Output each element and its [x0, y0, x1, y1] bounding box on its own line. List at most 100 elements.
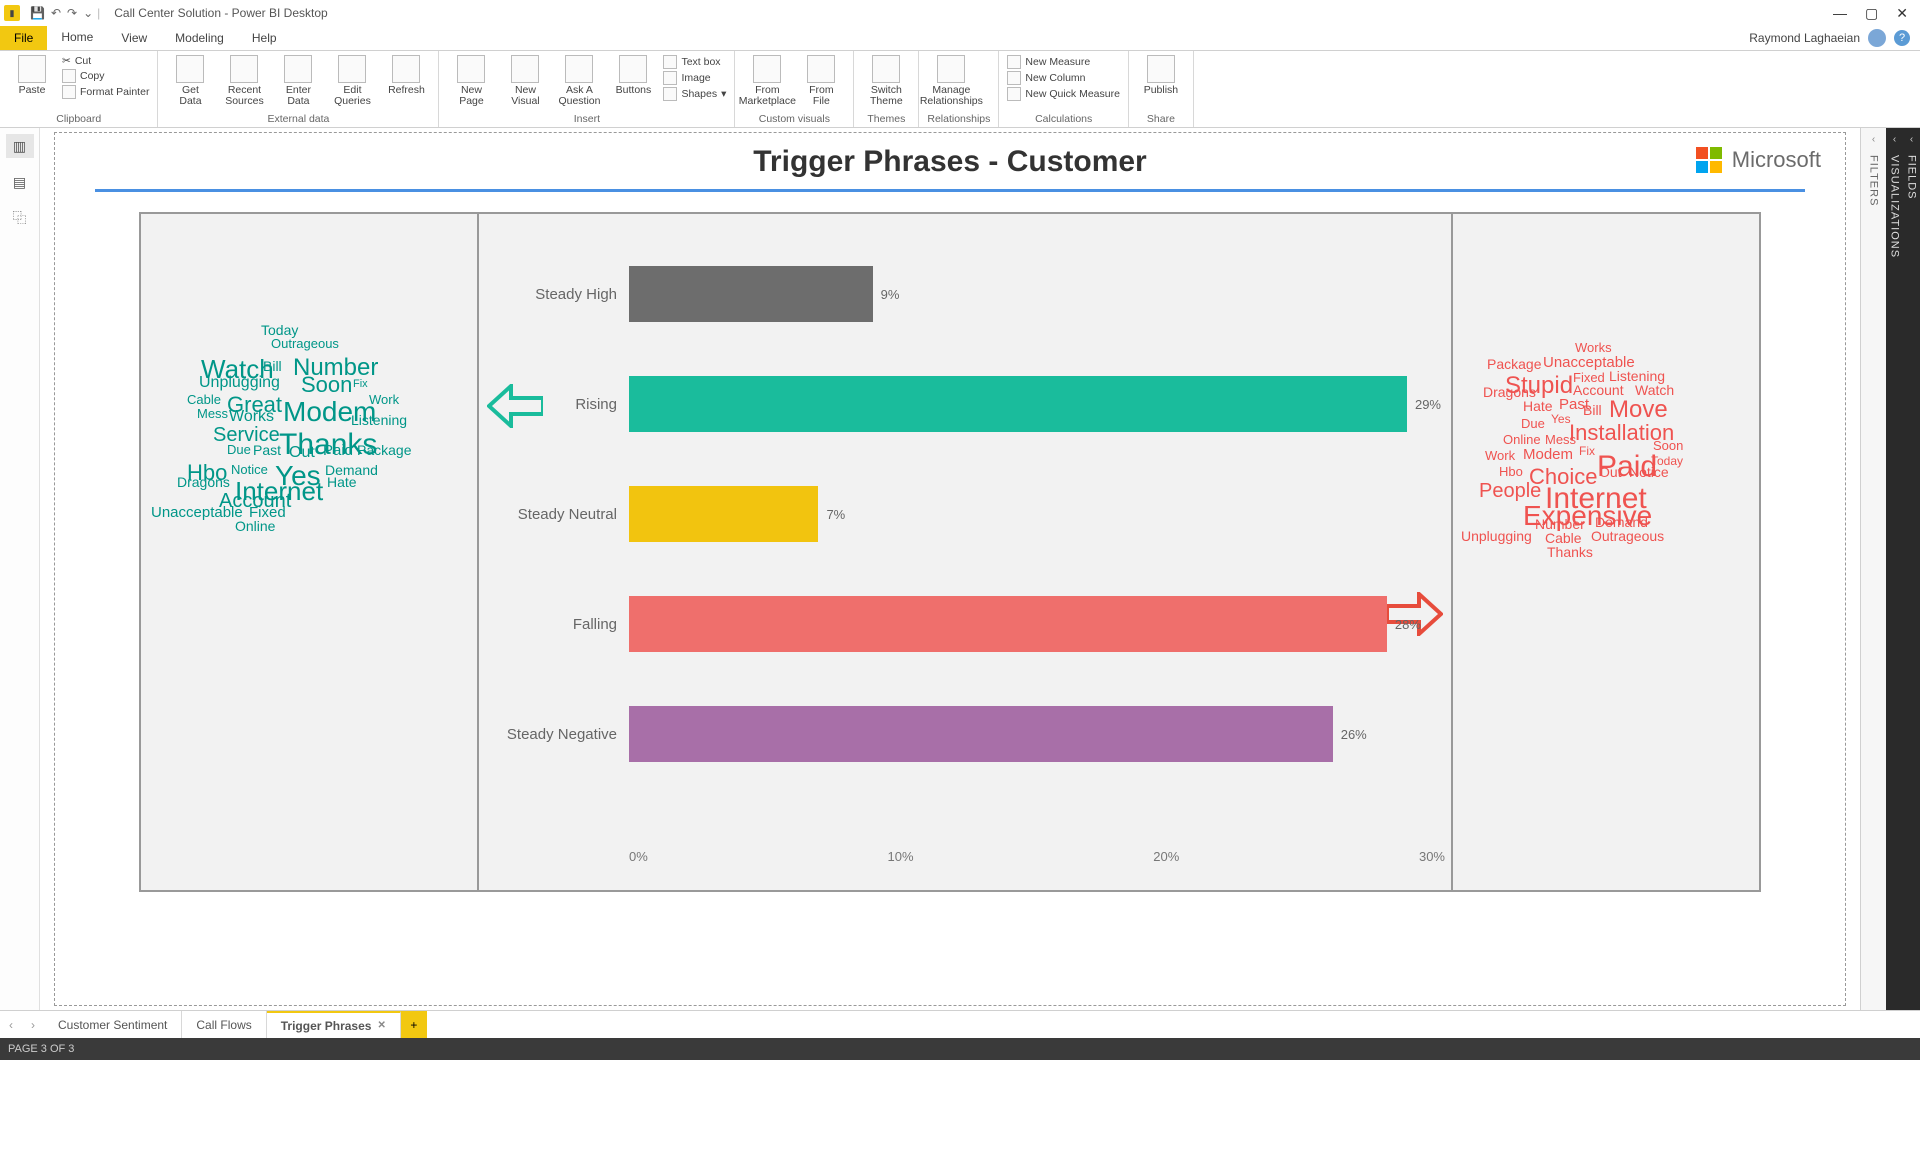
- bar[interactable]: [629, 266, 873, 322]
- word: Yes: [1551, 412, 1571, 426]
- copy-button[interactable]: Copy: [62, 69, 149, 83]
- page-tabs: ‹ › Customer Sentiment Call Flows Trigger …: [0, 1010, 1920, 1038]
- ribbon-tabs: File Home View Modeling Help Raymond Lag…: [0, 26, 1920, 50]
- model-view-icon[interactable]: ⿻: [6, 206, 34, 230]
- word: Mess: [1545, 432, 1576, 447]
- word: Package: [1487, 356, 1541, 372]
- bar-row: Rising 29%: [489, 364, 1441, 444]
- manage-relationships-button[interactable]: Manage Relationships: [927, 55, 975, 107]
- chevron-left-icon[interactable]: ‹: [1893, 134, 1896, 145]
- paste-button[interactable]: Paste: [8, 55, 56, 96]
- user-name: Raymond Laghaeian: [1749, 31, 1860, 45]
- get-data-button[interactable]: Get Data: [166, 55, 214, 107]
- fields-pane-collapsed[interactable]: ‹ FIELDS: [1903, 128, 1920, 1010]
- word: Online: [235, 518, 275, 534]
- page-tab-label: Call Flows: [196, 1018, 251, 1032]
- filters-pane-collapsed[interactable]: ‹ FILTERS: [1860, 128, 1886, 1010]
- page-prev-button[interactable]: ‹: [0, 1011, 22, 1038]
- help-icon[interactable]: ?: [1894, 30, 1910, 46]
- word: Out: [1599, 464, 1622, 480]
- wordcloud-positive[interactable]: TodayOutrageousWatchBillNumberUnplugging…: [139, 212, 479, 892]
- format-painter-button[interactable]: Format Painter: [62, 85, 149, 99]
- home-tab[interactable]: Home: [47, 26, 107, 50]
- word: Paid: [323, 442, 353, 459]
- page-next-button[interactable]: ›: [22, 1011, 44, 1038]
- page-tab[interactable]: Customer Sentiment: [44, 1011, 182, 1038]
- new-page-button[interactable]: New Page: [447, 55, 495, 107]
- chevron-left-icon[interactable]: ‹: [1872, 134, 1875, 145]
- enter-data-button[interactable]: Enter Data: [274, 55, 322, 107]
- word: Hate: [327, 474, 357, 490]
- bar-value: 28%: [1395, 617, 1421, 632]
- page-indicator: PAGE 3 OF 3: [8, 1043, 74, 1055]
- from-file-button[interactable]: From File: [797, 55, 845, 107]
- ask-question-button[interactable]: Ask A Question: [555, 55, 603, 107]
- word: Due: [1521, 416, 1545, 431]
- axis-tick: 30%: [1419, 849, 1445, 864]
- word: Thanks: [1547, 544, 1593, 560]
- group-label-relationships: Relationships: [927, 113, 990, 125]
- bar[interactable]: [629, 596, 1387, 652]
- close-tab-icon[interactable]: ✕: [377, 1020, 385, 1031]
- bar[interactable]: [629, 706, 1333, 762]
- from-marketplace-button[interactable]: From Marketplace: [743, 55, 791, 107]
- recent-sources-button[interactable]: Recent Sources: [220, 55, 268, 107]
- page-tab[interactable]: Call Flows: [182, 1011, 266, 1038]
- save-icon[interactable]: 💾: [30, 6, 45, 20]
- new-visual-button[interactable]: New Visual: [501, 55, 549, 107]
- bar-category: Steady Neutral: [489, 506, 629, 523]
- new-column-button[interactable]: New Column: [1007, 71, 1120, 85]
- group-label-themes: Themes: [862, 113, 910, 125]
- window-title: Call Center Solution - Power BI Desktop: [114, 6, 327, 20]
- textbox-icon: [663, 55, 677, 69]
- bar-chart[interactable]: Steady High 9%Rising 29%Steady Neutral 7…: [479, 212, 1451, 892]
- refresh-button[interactable]: Refresh: [382, 55, 430, 96]
- separator-line: [95, 189, 1805, 192]
- undo-icon[interactable]: ↶: [51, 6, 61, 20]
- help-tab[interactable]: Help: [238, 26, 291, 50]
- right-panes: ‹ VISUALIZATIONS ‹ FIELDS: [1886, 128, 1920, 1010]
- bar[interactable]: [629, 486, 818, 542]
- cut-button[interactable]: ✂Cut: [62, 55, 149, 67]
- bar-category: Steady High: [489, 286, 629, 303]
- chevron-left-icon[interactable]: ‹: [1910, 134, 1913, 145]
- close-icon[interactable]: ✕: [1896, 5, 1908, 22]
- bar[interactable]: [629, 376, 1407, 432]
- redo-icon[interactable]: ↷: [67, 6, 77, 20]
- minimize-icon[interactable]: —: [1833, 5, 1847, 22]
- image-icon: [663, 71, 677, 85]
- new-measure-button[interactable]: New Measure: [1007, 55, 1120, 69]
- shapes-button[interactable]: Shapes▾: [663, 87, 726, 101]
- word: Outrageous: [1591, 528, 1664, 544]
- view-tab[interactable]: View: [107, 26, 161, 50]
- buttons-button[interactable]: Buttons: [609, 55, 657, 96]
- word: Fix: [353, 378, 368, 390]
- word: Hbo: [1499, 464, 1523, 479]
- wordcloud-negative[interactable]: WorksPackageUnacceptableStupidFixedListe…: [1451, 212, 1761, 892]
- filters-label: FILTERS: [1868, 155, 1880, 206]
- file-tab[interactable]: File: [0, 26, 47, 50]
- switch-theme-button[interactable]: Switch Theme: [862, 55, 910, 107]
- report-view-icon[interactable]: ▥: [6, 134, 34, 158]
- page-tab-label: Customer Sentiment: [58, 1018, 167, 1032]
- maximize-icon[interactable]: ▢: [1865, 5, 1878, 22]
- visualizations-pane-collapsed[interactable]: ‹ VISUALIZATIONS: [1886, 128, 1903, 1010]
- word: Unacceptable: [151, 504, 243, 521]
- modeling-tab[interactable]: Modeling: [161, 26, 238, 50]
- copy-icon: [62, 69, 76, 83]
- publish-button[interactable]: Publish: [1137, 55, 1185, 96]
- new-quick-measure-button[interactable]: New Quick Measure: [1007, 87, 1120, 101]
- avatar[interactable]: [1868, 29, 1886, 47]
- edit-queries-button[interactable]: Edit Queries: [328, 55, 376, 107]
- data-view-icon[interactable]: ▤: [6, 170, 34, 194]
- word: Unplugging: [199, 374, 280, 392]
- word: Fix: [1579, 444, 1595, 458]
- word: Notice: [1629, 464, 1669, 480]
- bar-category: Steady Negative: [489, 726, 629, 743]
- textbox-button[interactable]: Text box: [663, 55, 726, 69]
- image-button[interactable]: Image: [663, 71, 726, 85]
- report-canvas[interactable]: Trigger Phrases - Customer Microsoft Tod…: [40, 128, 1860, 1010]
- qat-dropdown-icon[interactable]: ⌄: [83, 6, 93, 20]
- add-page-button[interactable]: +: [401, 1011, 427, 1038]
- page-tab[interactable]: Trigger Phrases✕: [267, 1011, 401, 1038]
